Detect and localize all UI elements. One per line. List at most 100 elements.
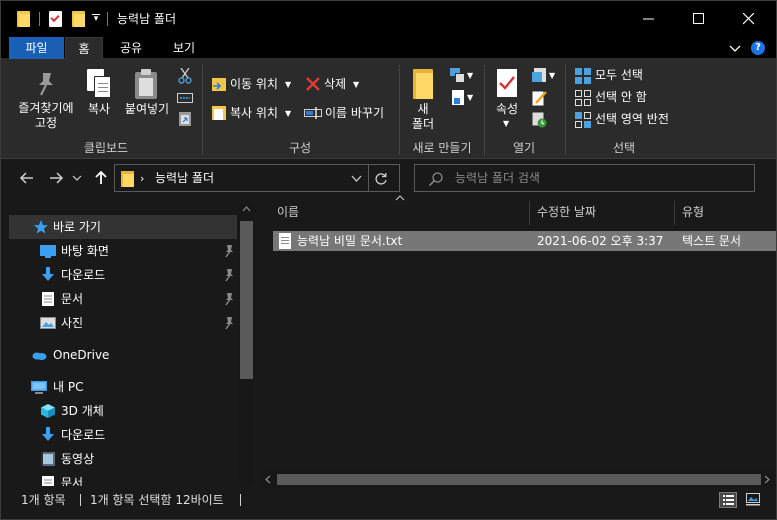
ribbon: 즐겨찾기에 고정 복사 붙여넣기 클립보드 이동 위치 ▼ 복사 위치 ▼ 삭제… bbox=[1, 59, 776, 159]
folder-icon bbox=[121, 171, 134, 187]
delete-label: 삭제 bbox=[324, 77, 347, 91]
new-folder-label-line1: 새 bbox=[417, 102, 429, 116]
edit-icon[interactable] bbox=[532, 90, 547, 106]
column-header-type[interactable]: 유형 bbox=[682, 201, 704, 223]
large-icons-view-button[interactable] bbox=[744, 492, 762, 508]
properties-check-icon[interactable] bbox=[49, 11, 62, 27]
address-dropdown-icon[interactable] bbox=[351, 174, 362, 183]
document-icon bbox=[42, 476, 54, 486]
open-group-label: 열기 bbox=[512, 141, 536, 155]
history-icon[interactable] bbox=[532, 112, 547, 128]
nav-item-this-pc[interactable]: 내 PC bbox=[9, 375, 237, 399]
select-all-icon bbox=[575, 68, 591, 84]
pin-icon[interactable] bbox=[223, 292, 235, 306]
nav-item-documents-pc[interactable]: 문서 bbox=[9, 471, 237, 486]
copy-icon bbox=[87, 69, 113, 99]
ribbon-tabs: 파일 홈 공유 보기 ? bbox=[1, 37, 776, 59]
star-icon bbox=[34, 220, 48, 234]
back-arrow-icon[interactable] bbox=[19, 170, 35, 186]
nav-item-label: 내 PC bbox=[53, 380, 84, 394]
close-icon bbox=[743, 13, 755, 25]
scroll-right-icon[interactable] bbox=[764, 475, 770, 484]
search-box[interactable]: 능력남 폴더 검색 bbox=[414, 164, 755, 192]
scrollbar-thumb[interactable] bbox=[277, 474, 761, 485]
organize-group-label: 구성 bbox=[288, 141, 312, 155]
tab-share[interactable]: 공유 bbox=[109, 37, 153, 59]
rename-label: 이름 바꾸기 bbox=[325, 106, 385, 120]
desktop-icon bbox=[40, 245, 56, 258]
recent-locations-chevron-icon[interactable] bbox=[72, 174, 82, 182]
refresh-icon[interactable] bbox=[373, 171, 389, 187]
download-icon bbox=[42, 267, 54, 281]
move-to-label: 이동 위치 bbox=[230, 77, 278, 91]
chevron-down-icon: ▼ bbox=[285, 109, 292, 118]
address-bar[interactable]: › 능력남 폴더 bbox=[114, 164, 400, 192]
tab-home[interactable]: 홈 bbox=[65, 37, 103, 59]
invert-selection-label: 선택 영역 반전 bbox=[595, 112, 669, 126]
divider bbox=[484, 65, 485, 155]
divider bbox=[368, 165, 369, 191]
new-group-label: 새로 만들기 bbox=[412, 141, 472, 155]
scroll-up-icon[interactable] bbox=[242, 206, 251, 212]
nav-item-onedrive[interactable]: OneDrive bbox=[9, 343, 237, 367]
open-icon bbox=[532, 68, 546, 84]
large-icons-view-icon bbox=[746, 493, 760, 506]
copy-label: 복사 bbox=[87, 102, 111, 116]
divider bbox=[80, 494, 81, 506]
pin-icon[interactable] bbox=[223, 244, 235, 258]
column-header-name[interactable]: 이름 bbox=[277, 201, 299, 223]
tab-view[interactable]: 보기 bbox=[159, 37, 209, 59]
folder-icon[interactable] bbox=[17, 11, 30, 27]
details-view-button[interactable] bbox=[719, 492, 737, 508]
forward-arrow-icon[interactable] bbox=[48, 170, 64, 186]
new-folder-icon[interactable] bbox=[72, 11, 85, 27]
breadcrumb-current-folder[interactable]: 능력남 폴더 bbox=[155, 170, 214, 187]
paste-shortcut-icon[interactable] bbox=[178, 111, 192, 127]
quick-access-dropdown-icon[interactable]: ▾ bbox=[91, 13, 101, 25]
pin-icon[interactable] bbox=[223, 316, 235, 330]
file-type: 텍스트 문서 bbox=[682, 234, 742, 248]
search-icon bbox=[428, 172, 443, 187]
chevron-down-icon: ▼ bbox=[285, 80, 292, 89]
cut-icon[interactable] bbox=[178, 68, 192, 84]
copy-path-icon[interactable] bbox=[177, 92, 193, 104]
help-icon[interactable]: ? bbox=[751, 41, 765, 55]
nav-item-videos[interactable]: 동영상 bbox=[9, 447, 237, 471]
properties-icon bbox=[497, 69, 517, 97]
up-arrow-icon[interactable] bbox=[93, 170, 109, 186]
delete-icon bbox=[306, 77, 320, 91]
scrollbar-thumb[interactable] bbox=[240, 221, 253, 379]
column-header-modified[interactable]: 수정한 날짜 bbox=[537, 201, 596, 223]
chevron-down-icon[interactable] bbox=[729, 42, 741, 54]
select-all-label: 모두 선택 bbox=[595, 68, 643, 82]
nav-item-documents[interactable]: 문서 bbox=[9, 287, 237, 311]
filelist-horizontal-scrollbar[interactable] bbox=[261, 471, 776, 488]
close-button[interactable] bbox=[723, 1, 774, 37]
easy-access-icon bbox=[452, 90, 464, 105]
maximize-button[interactable] bbox=[673, 1, 724, 37]
nav-item-downloads[interactable]: 다운로드 bbox=[9, 263, 237, 287]
maximize-icon bbox=[693, 13, 704, 24]
select-none-label: 선택 안 함 bbox=[595, 90, 647, 104]
copy-to-label: 복사 위치 bbox=[230, 106, 278, 120]
scroll-left-icon[interactable] bbox=[265, 475, 271, 484]
divider bbox=[399, 65, 400, 155]
nav-item-label: 바로 가기 bbox=[53, 220, 101, 234]
divider bbox=[240, 494, 241, 506]
nav-item-3d-objects[interactable]: 3D 개체 bbox=[9, 399, 237, 423]
minimize-button[interactable] bbox=[623, 1, 674, 37]
breadcrumb-chevron-icon[interactable]: › bbox=[140, 171, 144, 187]
nav-item-desktop[interactable]: 바탕 화면 bbox=[9, 239, 237, 263]
nav-item-quick-access[interactable]: 바로 가기 bbox=[9, 215, 237, 239]
tab-file[interactable]: 파일 bbox=[9, 37, 64, 59]
nav-item-label: 사진 bbox=[61, 316, 84, 330]
pc-icon bbox=[31, 381, 47, 394]
select-none-icon bbox=[575, 90, 591, 106]
navpane-scrollbar[interactable] bbox=[238, 201, 255, 486]
nav-item-downloads-pc[interactable]: 다운로드 bbox=[9, 423, 237, 447]
pin-icon[interactable] bbox=[223, 268, 235, 282]
nav-item-pictures[interactable]: 사진 bbox=[9, 311, 237, 335]
cube-icon bbox=[41, 404, 55, 418]
file-row[interactable]: 능력남 비밀 문서.txt 2021-06-02 오후 3:37 텍스트 문서 bbox=[273, 231, 776, 251]
chevron-down-icon: ▼ bbox=[549, 71, 556, 80]
